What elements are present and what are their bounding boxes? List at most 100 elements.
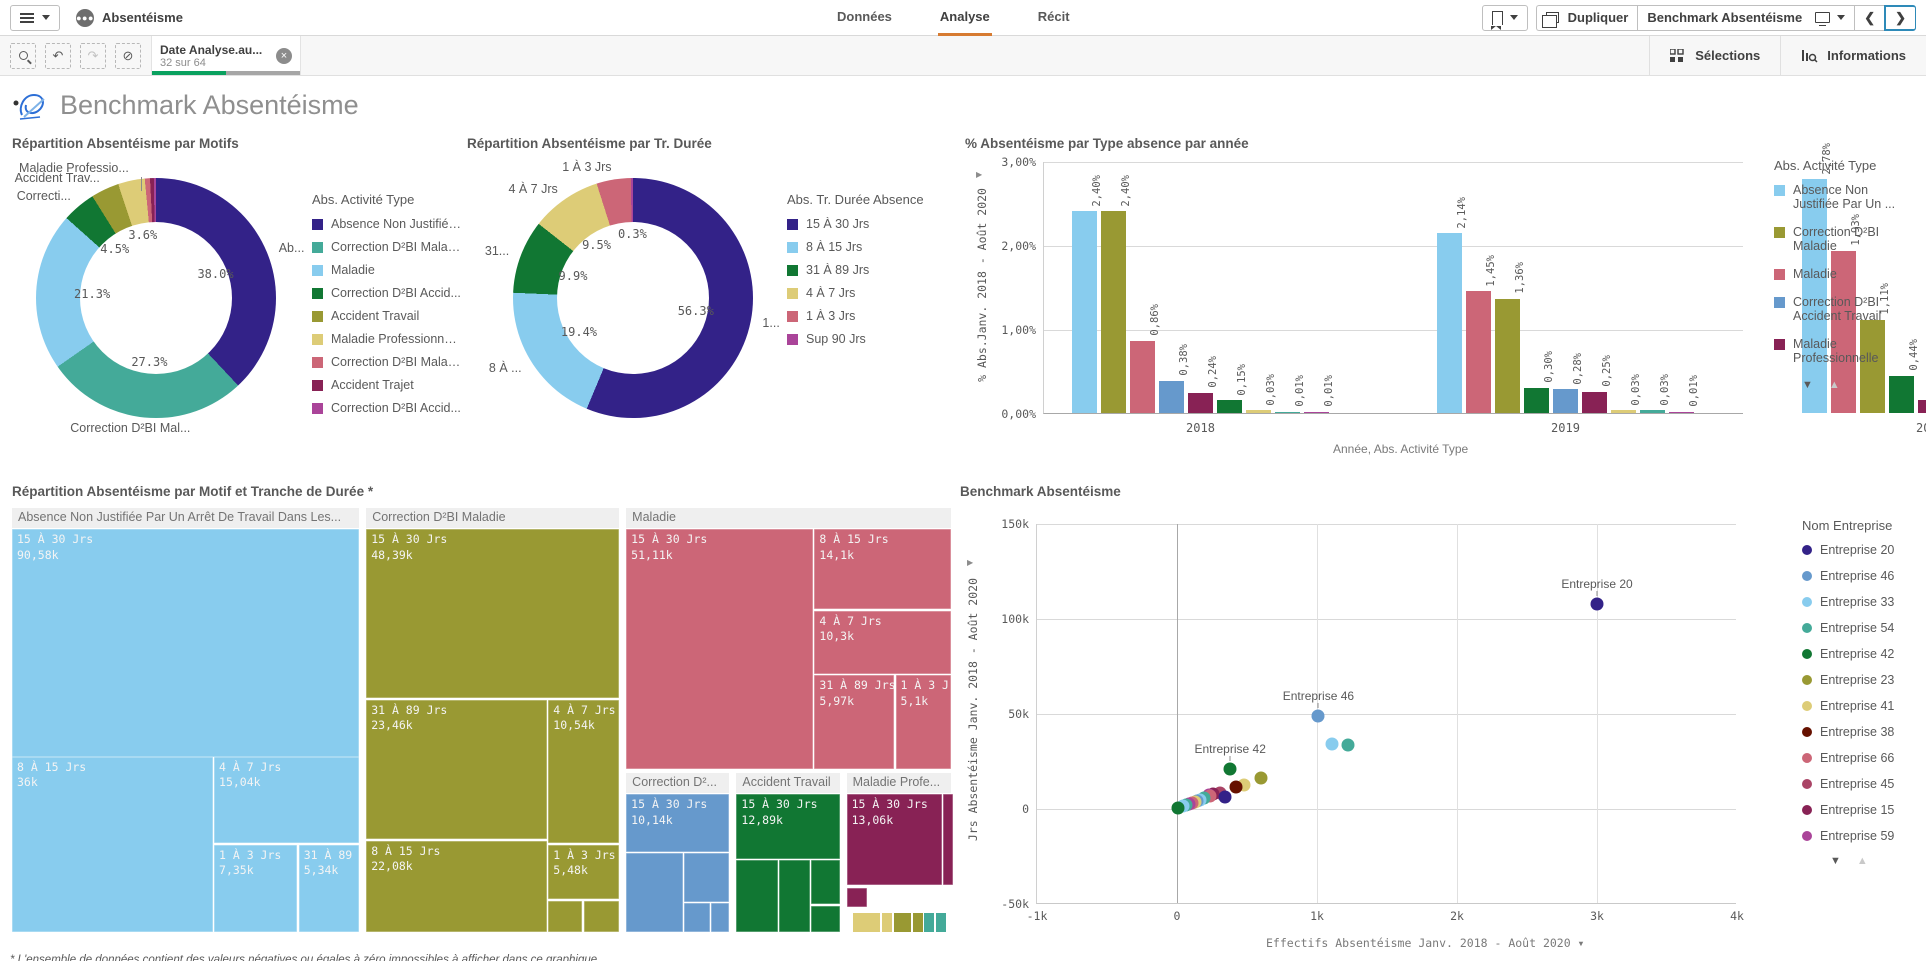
legend-item[interactable]: 1 À 3 Jrs	[787, 309, 937, 323]
legend-item[interactable]: Maladie Professionnelle	[1774, 337, 1912, 365]
page-down-icon[interactable]: ▼	[1802, 379, 1813, 391]
bar[interactable]: 1,36%	[1495, 299, 1520, 413]
treemap-cell[interactable]: 15 À 30 Jrs48,39k	[366, 529, 619, 698]
legend-item[interactable]: Entreprise 15	[1802, 803, 1914, 817]
legend-item[interactable]: Absence Non Justifiée...	[312, 217, 462, 231]
bookmark-button[interactable]	[1482, 5, 1528, 31]
tab-recit[interactable]: Récit	[1036, 0, 1072, 36]
page-down-icon[interactable]: ▼	[1830, 855, 1841, 867]
treemap-fragment[interactable]	[943, 794, 953, 885]
scatter-point[interactable]	[1224, 763, 1237, 776]
smart-search-icon[interactable]	[10, 43, 36, 69]
treemap-fragment[interactable]	[882, 913, 892, 932]
scatter-point[interactable]	[1255, 771, 1268, 784]
legend-item[interactable]: Entreprise 54	[1802, 621, 1914, 635]
treemap-fragment[interactable]	[584, 901, 619, 932]
page-up-icon[interactable]: ▲	[1829, 379, 1840, 391]
selections-tool-button[interactable]: Sélections	[1649, 36, 1780, 75]
duplicate-button[interactable]: Dupliquer	[1536, 5, 1638, 31]
treemap-fragment[interactable]	[913, 913, 923, 932]
treemap-fragment[interactable]	[779, 860, 810, 932]
bar[interactable]: 0,25%	[1582, 392, 1607, 413]
legend-item[interactable]: Correction D²BI Accid...	[312, 286, 462, 300]
scatter-point[interactable]	[1326, 738, 1339, 751]
treemap-group-header[interactable]: Correction D²...	[626, 773, 729, 793]
treemap-fragment[interactable]	[684, 853, 729, 901]
bar[interactable]: 0,03%	[1611, 410, 1636, 413]
undo-selection-icon[interactable]: ↶	[45, 43, 71, 69]
scatter-point[interactable]	[1219, 791, 1232, 804]
legend-item[interactable]: Entreprise 33	[1802, 595, 1914, 609]
treemap-fragment[interactable]	[736, 860, 777, 932]
legend-item[interactable]: Accident Travail	[312, 309, 462, 323]
treemap-cell[interactable]: 4 À 7 Jrs10,3k	[814, 611, 950, 675]
legend-item[interactable]: Correction D²BI Malad...	[312, 355, 462, 369]
treemap-cell[interactable]: 1 À 3 Jrs5,1k	[896, 675, 951, 769]
legend-item[interactable]: Correction D²BI Maladie	[312, 240, 462, 254]
legend-item[interactable]: Entreprise 20	[1802, 543, 1914, 557]
treemap-cell[interactable]: 31 À 89 Jrs5,97k	[814, 675, 894, 769]
filter-chip-date-analyse[interactable]: Date Analyse.au... 32 sur 64 ×	[151, 36, 301, 75]
app-icon[interactable]: ●●●	[76, 9, 94, 27]
legend-item[interactable]: Correction D²BI Maladie	[1774, 225, 1912, 253]
treemap-cell[interactable]: 4 À 7 Jrs10,54k	[548, 700, 619, 843]
bar[interactable]: 0,15%	[1918, 400, 1926, 413]
bar[interactable]: 2,40%	[1101, 211, 1126, 413]
treemap-cell[interactable]: 1 À 3 Jrs5,48k	[548, 845, 619, 899]
bar[interactable]: 0,03%	[1640, 410, 1665, 413]
treemap-cell[interactable]: 8 À 15 Jrs22,08k	[366, 841, 547, 932]
treemap-fragment[interactable]	[811, 906, 840, 932]
bar-plot-area[interactable]: 3,00%2,00%1,00%0,00%2,40%2,40%0,86%0,38%…	[1043, 162, 1743, 414]
scatter-plot-area[interactable]: 150k100k50k0-50k-1k01k2k3k4kEntreprise 2…	[1036, 524, 1736, 904]
treemap-cell[interactable]: 15 À 30 Jrs51,11k	[626, 529, 813, 769]
treemap-fragment[interactable]	[894, 913, 911, 932]
treemap-cell[interactable]: 4 À 7 Jrs15,04k	[214, 757, 359, 844]
legend-item[interactable]: Entreprise 46	[1802, 569, 1914, 583]
treemap-cell[interactable]: 1 À 3 Jrs7,35k	[214, 845, 297, 932]
treemap-group-header[interactable]: Correction D²BI Maladie	[366, 508, 619, 528]
sheet-selector[interactable]: Benchmark Absentéisme	[1637, 5, 1854, 31]
legend-item[interactable]: 15 À 30 Jrs	[787, 217, 937, 231]
legend-item[interactable]: 4 À 7 Jrs	[787, 286, 937, 300]
treemap-fragment[interactable]	[548, 901, 582, 932]
treemap-group-header[interactable]: Accident Travail	[736, 773, 839, 793]
treemap-cell[interactable]: 15 À 30 Jrs10,14k	[626, 794, 729, 852]
previous-sheet-button[interactable]: ❮	[1854, 5, 1884, 31]
chart-absenteisme-par-annee[interactable]: % Absentéisme par Type absence par année…	[963, 130, 1916, 470]
legend-item[interactable]: Sup 90 Jrs	[787, 332, 937, 346]
legend-item[interactable]: Correction D²BI Accident Travail	[1774, 295, 1912, 323]
bar[interactable]: 0,30%	[1524, 388, 1549, 413]
axis-menu-arrow-icon[interactable]: ▶	[967, 558, 973, 567]
bar[interactable]: 0,01%	[1669, 412, 1694, 413]
bar[interactable]: 0,38%	[1159, 381, 1184, 413]
scatter-point[interactable]	[1171, 802, 1184, 815]
legend-item[interactable]: 8 À 15 Jrs	[787, 240, 937, 254]
treemap-cell[interactable]: 31 À 89 Jrs5,34k	[299, 845, 359, 932]
bar[interactable]: 0,03%	[1246, 410, 1271, 413]
bar[interactable]: 2,14%	[1437, 233, 1462, 413]
treemap-cell[interactable]: 8 À 15 Jrs14,1k	[814, 529, 950, 609]
axis-menu-arrow-icon[interactable]: ▶	[976, 170, 982, 179]
scatter-point[interactable]	[1341, 739, 1354, 752]
bar[interactable]: 0,24%	[1188, 393, 1213, 413]
treemap-cell[interactable]: 8 À 15 Jrs36k	[12, 757, 213, 932]
legend-item[interactable]: Entreprise 23	[1802, 673, 1914, 687]
bar[interactable]: 2,40%	[1072, 211, 1097, 413]
scatter-point[interactable]	[1591, 597, 1604, 610]
clear-selections-icon[interactable]: ⊘	[115, 43, 141, 69]
bar[interactable]: 0,15%	[1217, 400, 1242, 413]
treemap-fragment[interactable]	[936, 913, 946, 932]
donut-ring[interactable]	[513, 178, 753, 418]
bar[interactable]: 0,01%	[1275, 412, 1300, 413]
chart-treemap-motif-duree[interactable]: Répartition Absentéisme par Motif et Tra…	[10, 478, 958, 946]
treemap-fragment[interactable]	[626, 853, 683, 932]
treemap-fragment[interactable]	[853, 913, 880, 932]
legend-item[interactable]: Entreprise 42	[1802, 647, 1914, 661]
legend-item[interactable]: Absence Non Justifiée Par Un ...	[1774, 183, 1912, 211]
treemap-cell[interactable]: 31 À 89 Jrs23,46k	[366, 700, 547, 839]
legend-item[interactable]: 31 À 89 Jrs	[787, 263, 937, 277]
chart-repartition-duree[interactable]: Répartition Absentéisme par Tr. Durée 56…	[465, 130, 963, 470]
legend-item[interactable]: Entreprise 41	[1802, 699, 1914, 713]
redo-selection-icon[interactable]: ↷	[80, 43, 106, 69]
tab-donnees[interactable]: Données	[835, 0, 894, 36]
